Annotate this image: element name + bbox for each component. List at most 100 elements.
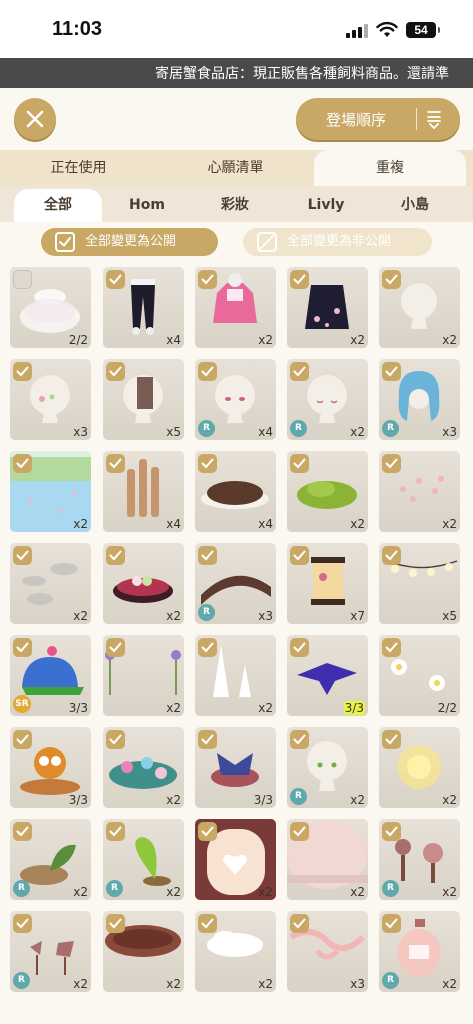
item-count: x2 xyxy=(442,977,457,991)
item-count: x2 xyxy=(166,701,181,715)
public-checkbox-checked[interactable] xyxy=(290,546,309,565)
item-count: x2 xyxy=(350,793,365,807)
item-count: x7 xyxy=(350,609,365,623)
public-checkbox-checked[interactable] xyxy=(13,638,32,657)
public-checkbox-checked[interactable] xyxy=(382,546,401,565)
item-count: 3/3 xyxy=(343,701,365,715)
public-checkbox-checked[interactable] xyxy=(13,362,32,381)
item-tile[interactable]: Rx2 xyxy=(10,819,91,900)
item-count: x3 xyxy=(258,609,273,623)
item-tile[interactable]: Rx4 xyxy=(195,359,276,440)
item-tile[interactable]: x5 xyxy=(379,543,460,624)
item-count: x4 xyxy=(166,333,181,347)
public-checkbox-checked[interactable] xyxy=(382,730,401,749)
public-checkbox-checked[interactable] xyxy=(198,270,217,289)
public-checkbox-checked[interactable] xyxy=(382,270,401,289)
public-checkbox-checked[interactable] xyxy=(106,362,125,381)
item-tile[interactable]: x2 xyxy=(287,819,368,900)
rarity-badge: R xyxy=(290,788,307,805)
item-tile[interactable]: x2 xyxy=(195,911,276,992)
public-checkbox-checked[interactable] xyxy=(13,730,32,749)
item-tile[interactable]: x4 xyxy=(103,451,184,532)
item-tile[interactable]: Rx2 xyxy=(287,359,368,440)
public-checkbox-checked[interactable] xyxy=(106,454,125,473)
item-tile[interactable]: 3/3 xyxy=(10,727,91,808)
public-checkbox-checked[interactable] xyxy=(290,730,309,749)
item-count: 3/3 xyxy=(68,793,88,807)
item-tile[interactable]: x5 xyxy=(103,359,184,440)
item-tile[interactable]: x4 xyxy=(195,451,276,532)
item-count: x2 xyxy=(73,517,88,531)
public-checkbox-checked[interactable] xyxy=(106,546,125,565)
public-checkbox-checked[interactable] xyxy=(290,638,309,657)
item-tile[interactable]: x2 xyxy=(103,635,184,716)
item-tile[interactable]: Rx2 xyxy=(287,727,368,808)
public-checkbox-checked[interactable] xyxy=(106,270,125,289)
item-tile[interactable]: Rx2 xyxy=(379,819,460,900)
public-checkbox-checked[interactable] xyxy=(198,546,217,565)
public-checkbox-checked[interactable] xyxy=(198,454,217,473)
public-checkbox-checked[interactable] xyxy=(13,822,32,841)
item-count: x2 xyxy=(442,793,457,807)
item-tile[interactable]: x2 xyxy=(287,451,368,532)
item-tile[interactable]: x2 xyxy=(379,451,460,532)
public-checkbox-checked[interactable] xyxy=(290,270,309,289)
public-checkbox-checked[interactable] xyxy=(106,730,125,749)
item-tile[interactable]: x2 xyxy=(287,267,368,348)
item-tile[interactable]: x4 xyxy=(103,267,184,348)
public-checkbox-checked[interactable] xyxy=(106,914,125,933)
item-count: x4 xyxy=(258,517,273,531)
item-tile[interactable]: Rx2 xyxy=(103,819,184,900)
public-checkbox-checked[interactable] xyxy=(106,638,125,657)
item-tile[interactable]: x2 xyxy=(103,727,184,808)
item-count: x5 xyxy=(166,425,181,439)
public-checkbox-checked[interactable] xyxy=(382,822,401,841)
public-checkbox-unchecked[interactable] xyxy=(13,270,32,289)
public-checkbox-checked[interactable] xyxy=(382,454,401,473)
item-count: x2 xyxy=(442,885,457,899)
item-tile[interactable]: Rx2 xyxy=(10,911,91,992)
rarity-badge: SR xyxy=(13,695,31,713)
item-tile[interactable]: x3 xyxy=(287,911,368,992)
item-tile[interactable]: x2 xyxy=(195,267,276,348)
item-tile[interactable]: x2 xyxy=(10,451,91,532)
public-checkbox-checked[interactable] xyxy=(198,914,217,933)
rarity-badge: R xyxy=(382,972,399,989)
public-checkbox-checked[interactable] xyxy=(13,914,32,933)
item-tile[interactable]: x2 xyxy=(379,727,460,808)
item-tile[interactable]: x2 xyxy=(10,543,91,624)
item-tile[interactable]: x7 xyxy=(287,543,368,624)
public-checkbox-checked[interactable] xyxy=(106,822,125,841)
item-tile[interactable]: x2 xyxy=(195,635,276,716)
public-checkbox-checked[interactable] xyxy=(290,454,309,473)
public-checkbox-checked[interactable] xyxy=(198,822,217,841)
public-checkbox-checked[interactable] xyxy=(382,914,401,933)
public-checkbox-checked[interactable] xyxy=(290,914,309,933)
item-tile[interactable]: 3/3 xyxy=(287,635,368,716)
public-checkbox-checked[interactable] xyxy=(198,730,217,749)
item-tile[interactable]: 2/2 xyxy=(379,635,460,716)
public-checkbox-checked[interactable] xyxy=(13,546,32,565)
item-tile[interactable]: x2 xyxy=(379,267,460,348)
item-tile[interactable]: x2 xyxy=(103,543,184,624)
item-count: x2 xyxy=(350,517,365,531)
public-checkbox-checked[interactable] xyxy=(382,362,401,381)
item-tile[interactable]: Rx2 xyxy=(379,911,460,992)
item-count: x2 xyxy=(350,333,365,347)
item-tile[interactable]: Rx3 xyxy=(379,359,460,440)
item-tile[interactable]: Rx3 xyxy=(195,543,276,624)
public-checkbox-checked[interactable] xyxy=(290,822,309,841)
public-checkbox-checked[interactable] xyxy=(198,638,217,657)
public-checkbox-checked[interactable] xyxy=(290,362,309,381)
item-tile[interactable]: 3/3 xyxy=(195,727,276,808)
public-checkbox-checked[interactable] xyxy=(198,362,217,381)
item-tile[interactable]: SR 3/3 xyxy=(10,635,91,716)
item-tile[interactable]: x2 xyxy=(103,911,184,992)
item-count: x2 xyxy=(350,885,365,899)
public-checkbox-checked[interactable] xyxy=(382,638,401,657)
item-count: x2 xyxy=(73,609,88,623)
public-checkbox-checked[interactable] xyxy=(13,454,32,473)
item-tile[interactable]: x2 xyxy=(195,819,276,900)
item-tile[interactable]: 2/2 xyxy=(10,267,91,348)
item-tile[interactable]: x3 xyxy=(10,359,91,440)
